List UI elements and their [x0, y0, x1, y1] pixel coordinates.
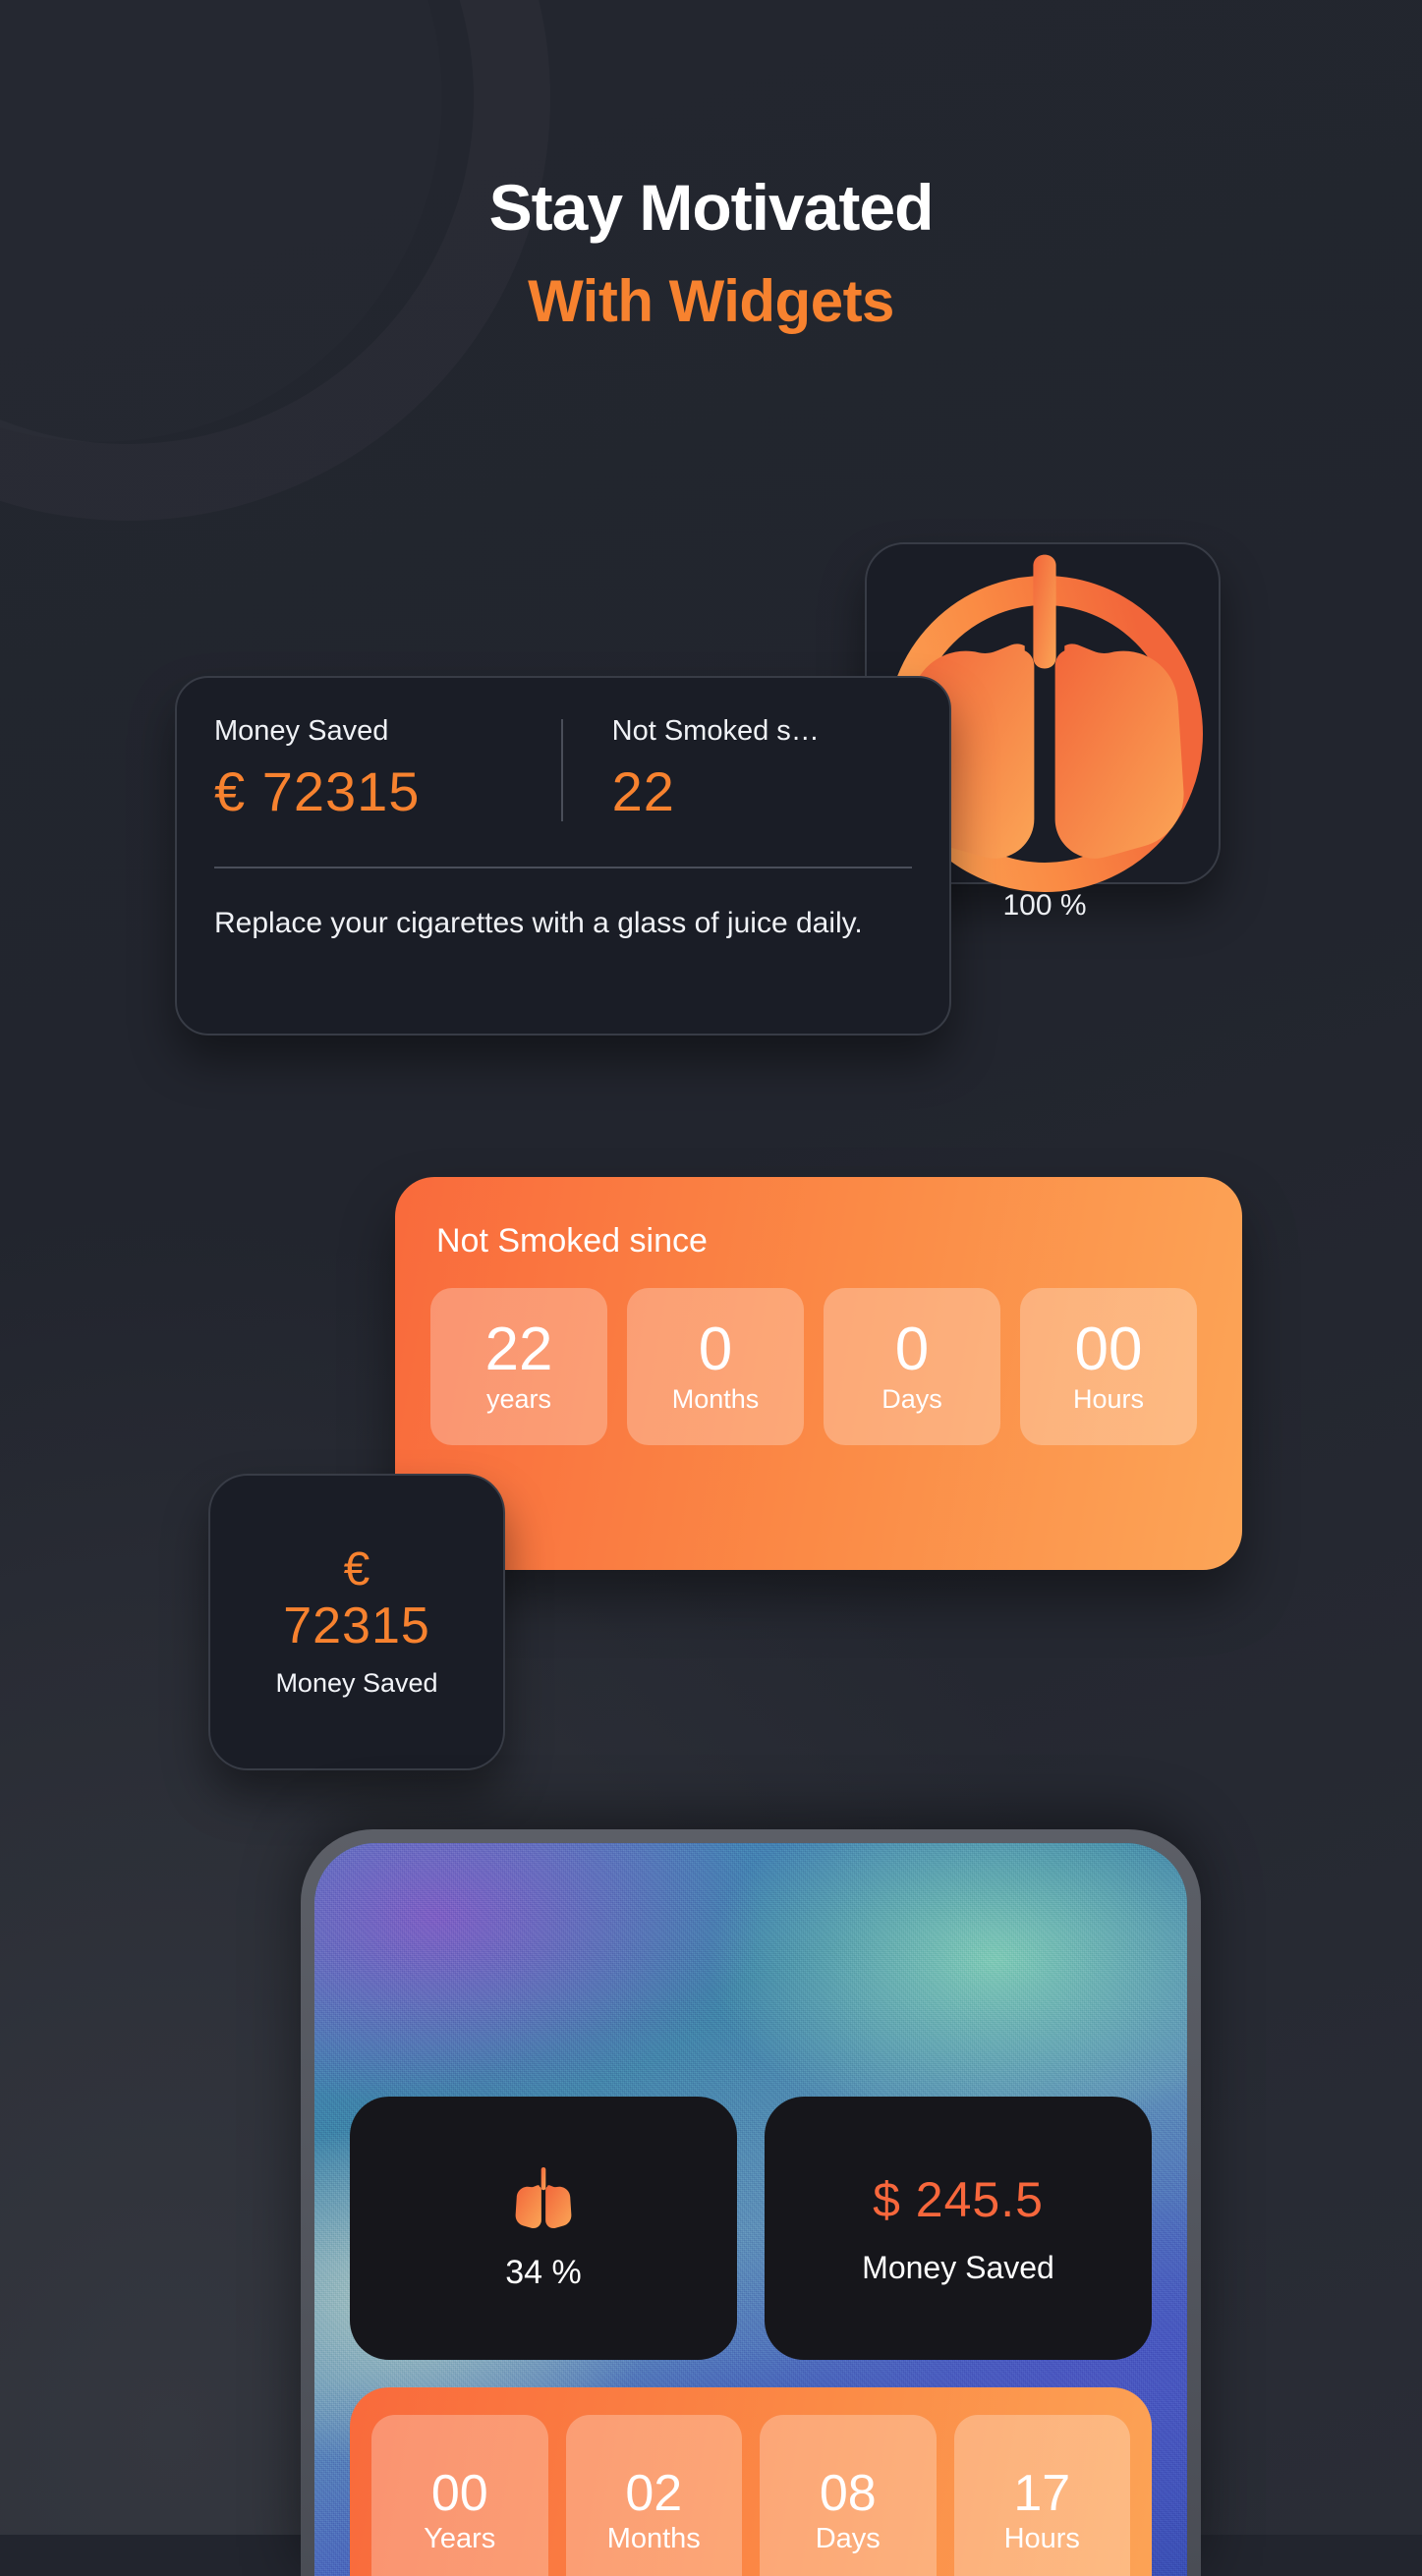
not-smoked-value: 22 — [611, 760, 675, 822]
countdown-unit-hours: 00 Hours — [1020, 1288, 1197, 1445]
money-saved-label: Money Saved — [214, 715, 389, 747]
money-saved-widget[interactable]: Money Saved € 72315 Not Smoked s… 22 Rep… — [175, 676, 951, 1036]
euro-currency-icon: € — [343, 1543, 370, 1596]
horizontal-divider — [214, 867, 912, 868]
countdown-unit-value: 00 — [1074, 1315, 1143, 1383]
page-title-line2: With Widgets — [528, 267, 894, 334]
phone-countdown-label: Months — [606, 2523, 701, 2554]
motivation-tip-text: Replace your cigarettes with a glass of … — [214, 907, 863, 939]
phone-money-amount: $ 245.5 — [873, 2171, 1044, 2227]
not-smoked-label: Not Smoked s… — [611, 715, 820, 747]
phone-countdown-value: 02 — [625, 2465, 683, 2522]
phone-countdown-value: 00 — [430, 2465, 488, 2522]
not-smoked-column: Not Smoked s… 22 — [563, 715, 912, 823]
countdown-unit-days: 0 Days — [824, 1288, 1000, 1445]
phone-money-label: Money Saved — [862, 2249, 1054, 2285]
euro-amount-value: 72315 — [283, 1596, 430, 1654]
money-stats-row: Money Saved € 72315 Not Smoked s… 22 — [214, 715, 912, 863]
phone-countdown-label: Years — [424, 2523, 496, 2554]
page-title-line1: Stay Motivated — [488, 171, 935, 244]
phone-mockup: 34 % $ 245.5 Money Saved 00 Years 02 Mon… — [301, 1829, 1201, 2576]
page-header: Stay Motivated With Widgets — [0, 172, 1422, 334]
phone-countdown-label: Hours — [1003, 2523, 1080, 2554]
phone-countdown-unit-hours: 17 Hours — [953, 2415, 1130, 2576]
countdown-unit-label: years — [485, 1383, 552, 1414]
phone-countdown-widget[interactable]: 00 Years 02 Months 08 Days 17 Hours — [350, 2387, 1152, 2576]
phone-money-saved-widget[interactable]: $ 245.5 Money Saved — [765, 2097, 1152, 2360]
lungs-percent-label: 100 % — [1002, 889, 1087, 922]
money-saved-value: € 72315 — [214, 760, 421, 822]
not-smoked-since-widget[interactable]: Not Smoked since 22 years 0 Months 0 Day… — [395, 1177, 1242, 1570]
countdown-unit-label: Hours — [1072, 1383, 1145, 1414]
phone-lungs-percent-label: 34 % — [505, 2253, 582, 2291]
countdown-units-row: 22 years 0 Months 0 Days 00 Hours — [430, 1288, 1207, 1445]
phone-countdown-value: 17 — [1013, 2465, 1071, 2522]
phone-screen: 34 % $ 245.5 Money Saved 00 Years 02 Mon… — [314, 1843, 1187, 2576]
countdown-unit-value: 0 — [698, 1315, 733, 1383]
phone-countdown-label: Days — [815, 2523, 881, 2554]
euro-widget-label: Money Saved — [275, 1667, 438, 1698]
small-money-saved-widget[interactable]: € 72315 Money Saved — [208, 1474, 505, 1770]
phone-countdown-value: 08 — [819, 2465, 877, 2522]
countdown-unit-months: 0 Months — [627, 1288, 804, 1445]
phone-countdown-unit-months: 02 Months — [565, 2415, 742, 2576]
phone-home-screen-widgets: 34 % $ 245.5 Money Saved 00 Years 02 Mon… — [350, 2097, 1152, 2576]
countdown-unit-value: 0 — [894, 1315, 930, 1383]
countdown-title: Not Smoked since — [436, 1222, 708, 1260]
phone-countdown-unit-days: 08 Days — [760, 2415, 937, 2576]
phone-countdown-unit-years: 00 Years — [371, 2415, 548, 2576]
phone-widget-row: 34 % $ 245.5 Money Saved — [350, 2097, 1152, 2360]
countdown-unit-value: 22 — [484, 1315, 553, 1383]
countdown-unit-label: Days — [882, 1383, 942, 1414]
countdown-unit-label: Months — [671, 1383, 760, 1414]
phone-lungs-widget[interactable]: 34 % — [350, 2097, 737, 2360]
lungs-icon — [513, 2165, 574, 2232]
money-saved-column: Money Saved € 72315 — [214, 715, 561, 823]
countdown-unit-years: 22 years — [430, 1288, 607, 1445]
